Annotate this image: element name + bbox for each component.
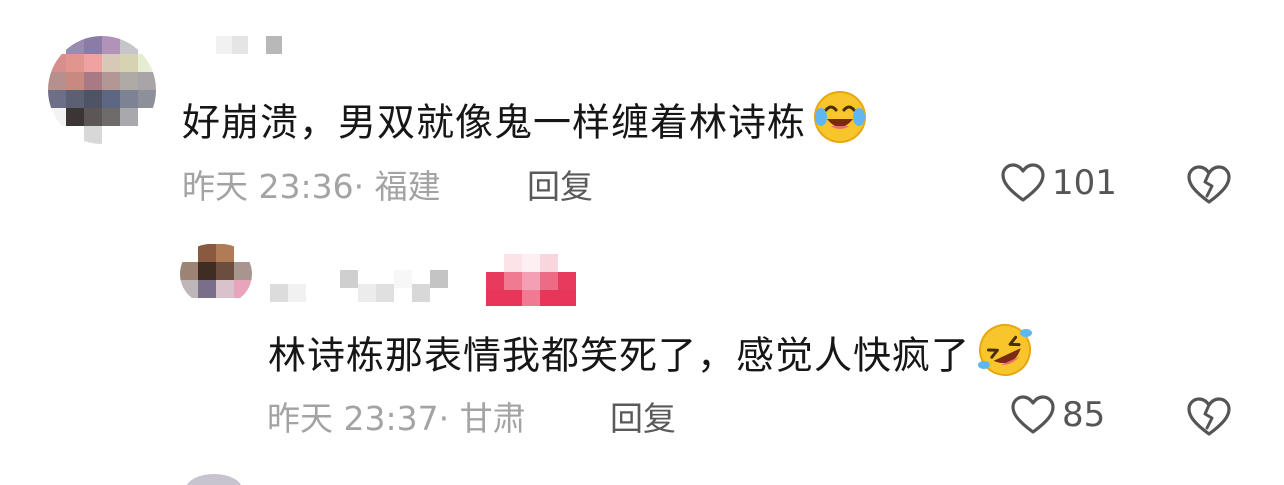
heart-outline-icon [1011, 395, 1055, 434]
comment-time-location: 昨天 23:37· 甘肃 [267, 399, 526, 438]
crying-laughing-emoji [812, 89, 868, 155]
heart-outline-icon [1001, 163, 1045, 202]
user-badge-blurred [486, 254, 576, 306]
like-button[interactable]: 85 [1010, 394, 1105, 436]
username-blurred[interactable] [216, 36, 282, 54]
dislike-button[interactable] [1186, 396, 1232, 442]
avatar[interactable] [48, 36, 156, 144]
reply-button[interactable]: 回复 [610, 399, 676, 439]
broken-heart-icon [1187, 397, 1231, 436]
comment-text: 好崩溃，男双就像鬼一样缠着林诗栋 [182, 89, 868, 158]
like-count: 101 [1052, 163, 1117, 203]
avatar[interactable] [180, 244, 252, 304]
comment-time-location: 昨天 23:36· 福建 [182, 167, 441, 206]
like-button[interactable]: 101 [1000, 162, 1117, 204]
rolling-laughing-emoji [976, 321, 1034, 389]
username-blurred[interactable] [270, 270, 448, 302]
broken-heart-icon [1187, 165, 1231, 204]
like-count: 85 [1062, 395, 1106, 435]
comment-section: 好崩溃，男双就像鬼一样缠着林诗栋 昨天 23:36· 福建 回复 101 林诗栋… [0, 0, 1284, 485]
reply-button[interactable]: 回复 [527, 167, 593, 207]
avatar[interactable] [186, 474, 242, 485]
comment-text: 林诗栋那表情我都笑死了，感觉人快疯了 [268, 324, 1034, 392]
dislike-button[interactable] [1186, 164, 1232, 210]
